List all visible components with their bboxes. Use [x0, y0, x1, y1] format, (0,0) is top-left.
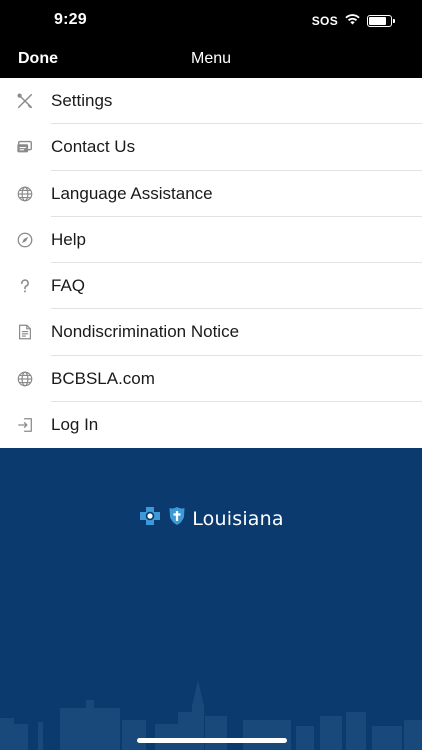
menu-label-language-assistance: Language Assistance [51, 183, 213, 203]
document-icon [15, 322, 35, 342]
menu-item-bcbsla-com[interactable]: BCBSLA.com [0, 356, 422, 403]
contact-card-icon [15, 137, 35, 157]
battery-icon [367, 15, 395, 27]
menu-item-faq[interactable]: FAQ [0, 263, 422, 310]
menu-label-log-in: Log In [51, 414, 99, 434]
nav-bar: Done Menu [0, 42, 422, 78]
login-icon [15, 415, 35, 435]
city-skyline-image [0, 680, 422, 750]
menu-item-settings[interactable]: Settings [0, 78, 422, 125]
blue-shield-icon [168, 506, 186, 531]
menu-label-help: Help [51, 229, 86, 249]
menu-label-nondiscrimination-notice: Nondiscrimination Notice [51, 322, 240, 342]
blue-cross-icon [138, 506, 162, 531]
brand-banner: Louisiana [0, 448, 422, 750]
menu-item-help[interactable]: Help [0, 217, 422, 264]
globe-icon [15, 369, 35, 389]
nav-title: Menu [190, 50, 232, 67]
menu-screen: 9:29 SOS Done Menu Settings Contact Us L… [0, 0, 422, 750]
status-indicators: SOS [311, 12, 395, 30]
menu-item-log-in[interactable]: Log In [0, 402, 422, 448]
menu-label-settings: Settings [51, 91, 113, 111]
menu-list: Settings Contact Us Language Assistance [0, 78, 422, 448]
wifi-icon [344, 12, 361, 30]
menu-item-language-assistance[interactable]: Language Assistance [0, 171, 422, 218]
sos-indicator: SOS [311, 14, 338, 28]
compass-icon [15, 230, 35, 250]
menu-label-bcbsla-com: BCBSLA.com [51, 368, 155, 388]
menu-label-faq: FAQ [51, 276, 86, 296]
globe-icon [15, 184, 35, 204]
menu-item-nondiscrimination-notice[interactable]: Nondiscrimination Notice [0, 309, 422, 356]
bcbs-logo: Louisiana [0, 506, 422, 531]
menu-label-contact-us: Contact Us [51, 137, 136, 157]
home-indicator [137, 738, 287, 743]
status-bar: 9:29 SOS [0, 0, 422, 42]
menu-item-contact-us[interactable]: Contact Us [0, 124, 422, 171]
question-icon [15, 276, 35, 296]
tools-icon [15, 91, 35, 111]
logo-text: Louisiana [192, 507, 284, 530]
battery-fill [369, 17, 386, 25]
status-time: 9:29 [54, 11, 87, 28]
